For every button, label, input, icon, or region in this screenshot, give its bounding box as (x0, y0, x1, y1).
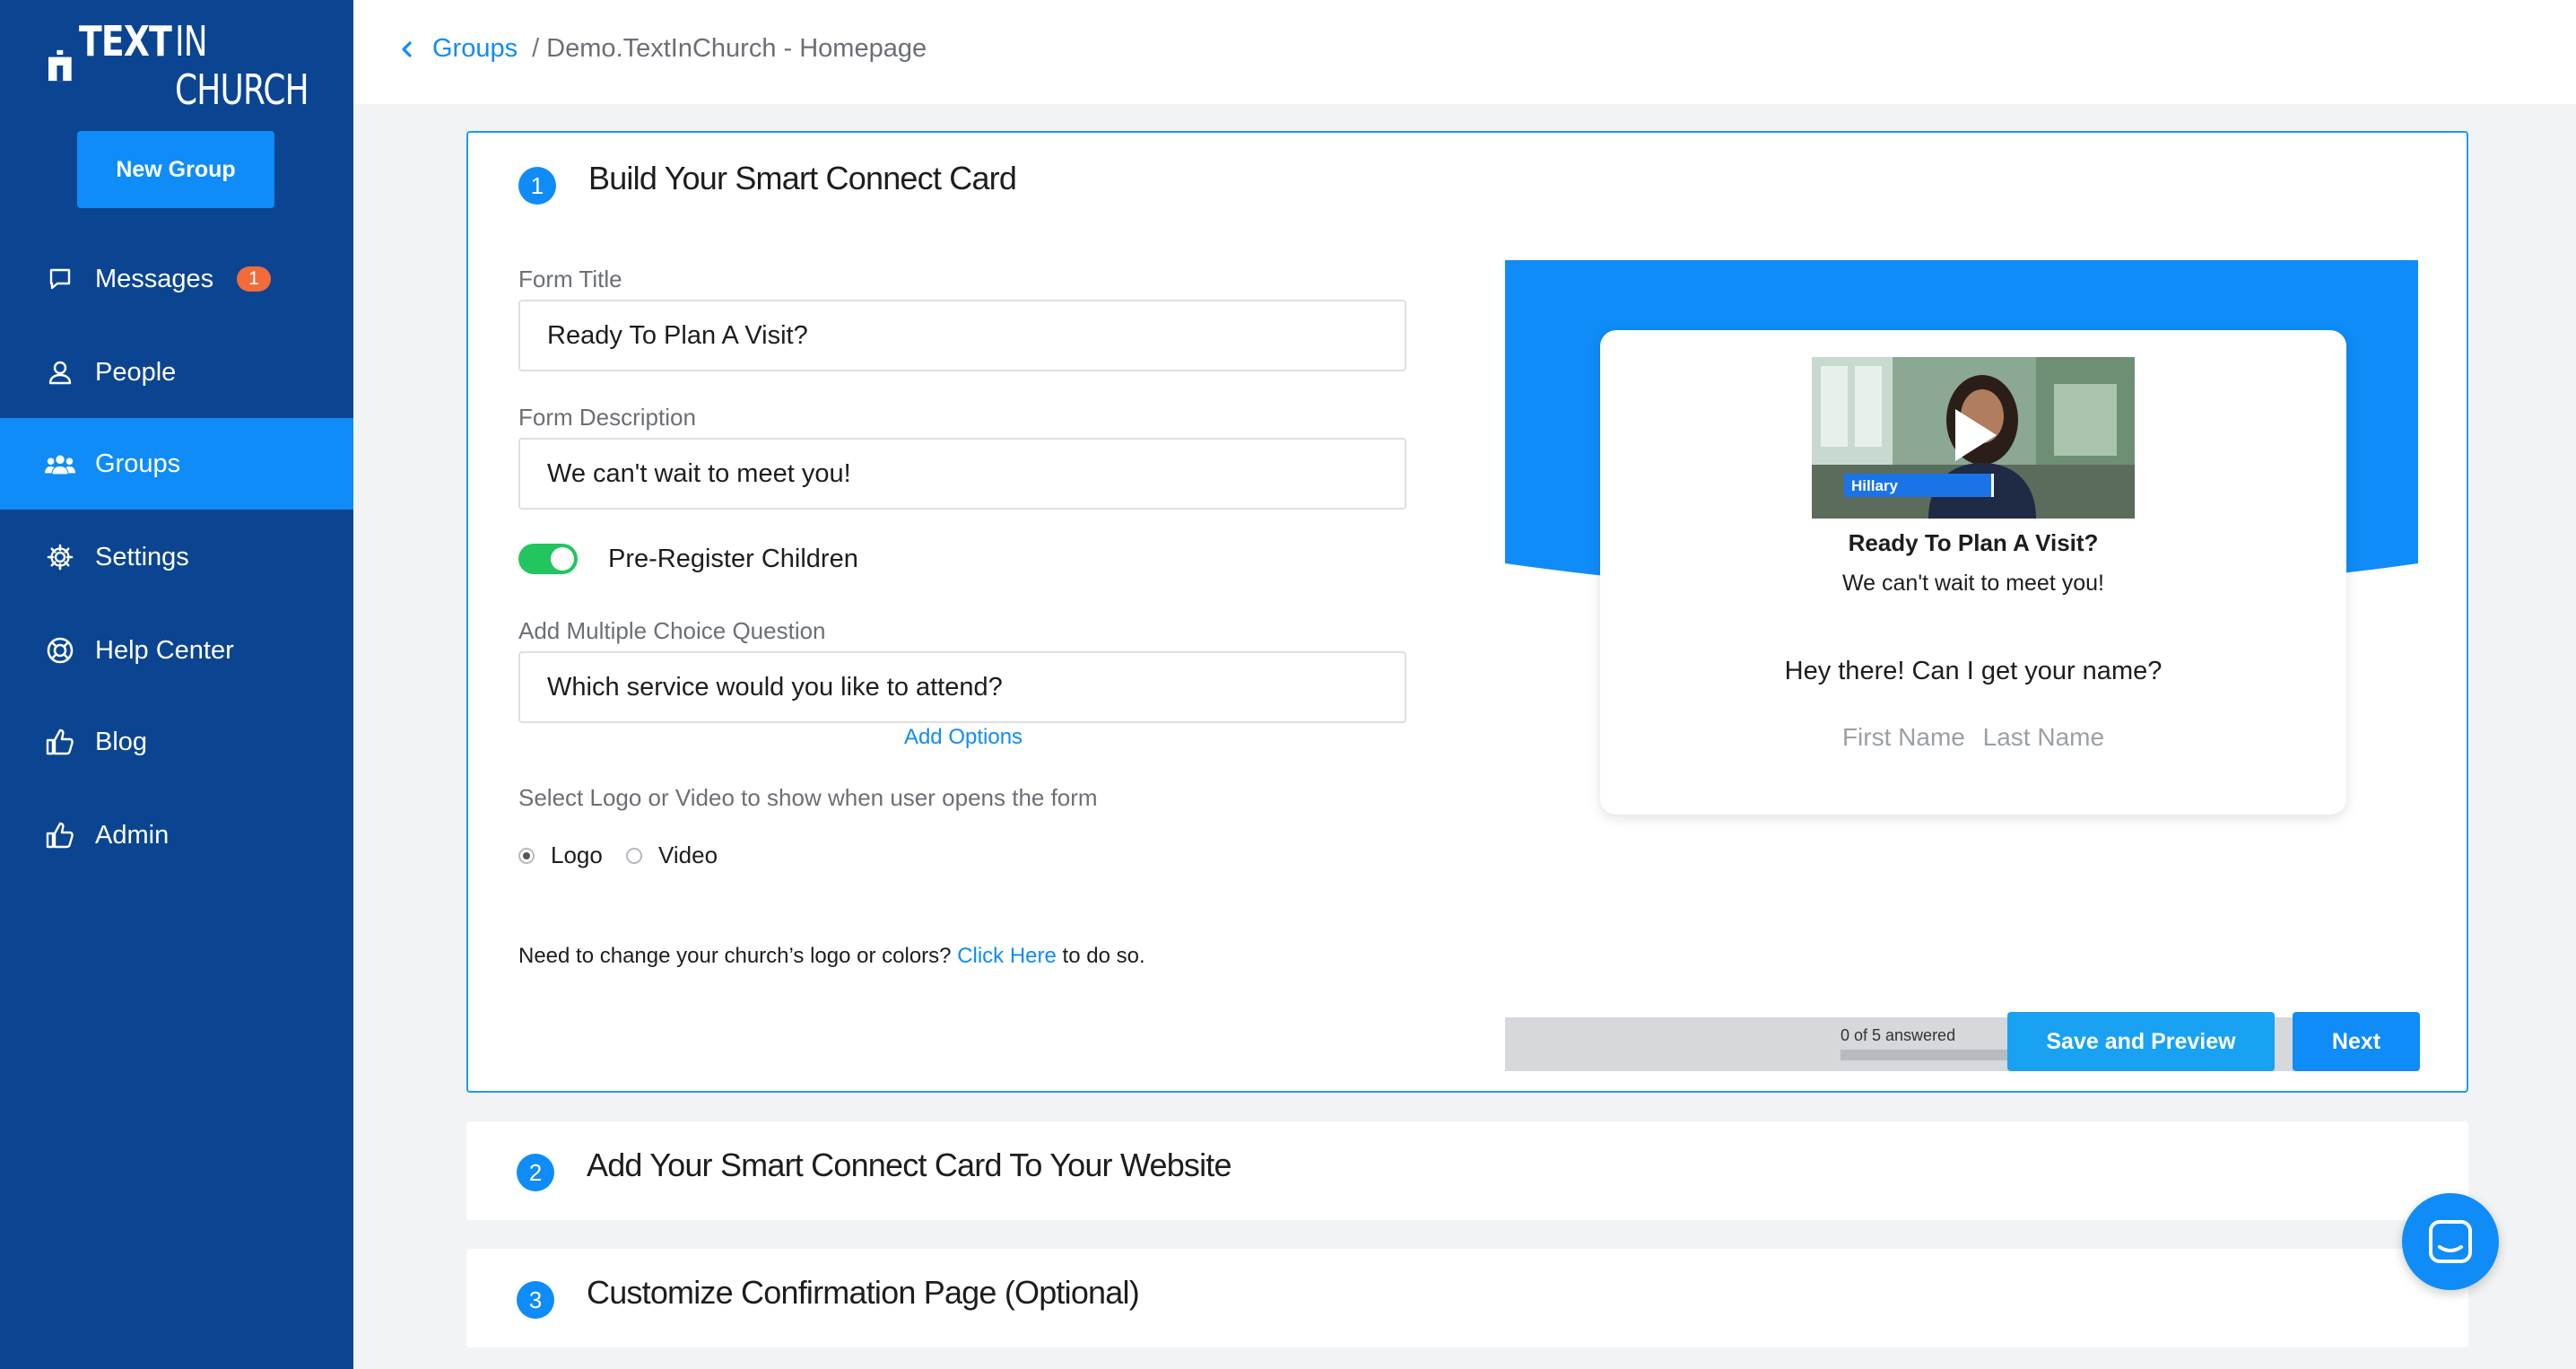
form-title-label: Form Title (518, 266, 622, 292)
step-title[interactable]: Add Your Smart Connect Card To Your Webs… (587, 1147, 1232, 1184)
step-2-card[interactable]: 2 Add Your Smart Connect Card To Your We… (466, 1121, 2468, 1220)
chat-icon (2429, 1220, 2472, 1263)
step-title[interactable]: Customize Confirmation Page (Optional) (587, 1274, 1140, 1312)
mc-question-input[interactable]: Which service would you like to attend? (518, 651, 1406, 723)
sidebar-item-groups[interactable]: Groups (0, 418, 353, 510)
lifebuoy-icon (45, 635, 75, 666)
form-description-input[interactable]: We can't wait to meet you! (518, 438, 1406, 510)
people-group-icon (45, 449, 75, 479)
brand-name-bold: TEXT (78, 17, 172, 65)
radio-video[interactable] (626, 847, 642, 864)
breadcrumb-separator: / (532, 34, 540, 63)
preview-name-fields: First Name Last Name (1600, 723, 2346, 752)
preview-last-name[interactable]: Last Name (1983, 723, 2104, 751)
chevron-left-icon[interactable] (400, 40, 413, 58)
radio-logo-option[interactable]: Logo (518, 841, 603, 869)
sidebar-item-label: People (95, 357, 177, 387)
preview-title: Ready To Plan A Visit? (1848, 529, 2099, 556)
smart-connect-preview: Hillary Ready To Plan A Visit? We can't … (1505, 260, 2418, 1071)
progress-text: 0 of 5 answered (1841, 1026, 1956, 1044)
add-options-link[interactable]: Add Options (901, 725, 1026, 750)
new-group-button[interactable]: New Group (77, 131, 274, 208)
radio-logo[interactable] (518, 847, 535, 864)
helper-text: Need to change your church’s logo or col… (518, 944, 952, 968)
step-number: 3 (517, 1281, 554, 1319)
video-thumbnail[interactable]: Hillary (1812, 357, 2135, 519)
step-3-card[interactable]: 3 Customize Confirmation Page (Optional) (466, 1249, 2468, 1347)
person-icon (45, 357, 75, 388)
sidebar-item-label: Groups (95, 449, 181, 478)
chat-bubble-icon (45, 264, 75, 294)
sidebar-item-label: Blog (95, 727, 148, 756)
sidebar-item-label: Admin (95, 820, 170, 850)
breadcrumb-current: Demo.TextInChurch - Homepage (546, 34, 927, 63)
preview-first-name[interactable]: First Name (1842, 723, 1965, 751)
radio-video-label: Video (658, 841, 718, 868)
unread-badge: 1 (237, 266, 271, 292)
sidebar: TEXT IN CHURCH New Group Messages 1 Peop… (0, 0, 353, 1369)
step-number: 2 (517, 1154, 554, 1191)
sidebar-item-people[interactable]: People (0, 327, 353, 418)
brand-name-thin: IN CHURCH (175, 17, 309, 114)
radio-logo-label: Logo (551, 841, 603, 868)
step-number: 1 (518, 167, 556, 205)
logo-colors-helper: Need to change your church’s logo or col… (518, 944, 1145, 969)
church-icon (48, 49, 72, 82)
sidebar-item-blog[interactable]: Blog (0, 696, 353, 788)
logo-video-label: Select Logo or Video to show when user o… (518, 784, 1098, 811)
preview-description: We can't wait to meet you! (1842, 571, 2104, 596)
sidebar-item-label: Messages (95, 264, 214, 293)
sidebar-item-label: Help Center (95, 635, 234, 665)
pre-register-toggle[interactable] (518, 544, 578, 574)
thumbs-up-icon (45, 727, 75, 757)
sidebar-item-label: Settings (95, 542, 189, 571)
save-and-preview-button[interactable]: Save and Preview (2007, 1012, 2275, 1071)
preview-card: Hillary Ready To Plan A Visit? We can't … (1600, 330, 2346, 815)
radio-video-option[interactable]: Video (626, 841, 718, 869)
brand-logo[interactable]: TEXT IN CHURCH (48, 17, 353, 114)
mc-question-label: Add Multiple Choice Question (518, 617, 826, 644)
step-title[interactable]: Build Your Smart Connect Card (588, 160, 1017, 197)
click-here-link[interactable]: Click Here (957, 944, 1057, 968)
video-name-tag: Hillary (1851, 477, 1899, 494)
thumbs-up-icon (45, 820, 75, 850)
preview-progress-bar: 0 of 5 answered (1505, 1017, 2418, 1071)
helper-text-end: to do so. (1062, 944, 1145, 968)
form-title-input[interactable]: Ready To Plan A Visit? (518, 300, 1406, 371)
next-button[interactable]: Next (2293, 1012, 2420, 1071)
sidebar-item-admin[interactable]: Admin (0, 789, 353, 881)
sidebar-item-messages[interactable]: Messages 1 (0, 233, 353, 325)
preview-question: Hey there! Can I get your name? (1784, 657, 2163, 685)
pre-register-label: Pre-Register Children (608, 545, 858, 573)
gear-icon (45, 542, 75, 572)
step-1-card: 1 Build Your Smart Connect Card Form Tit… (466, 131, 2468, 1093)
form-description-label: Form Description (518, 404, 696, 431)
top-bar: Groups / Demo.TextInChurch - Homepage (353, 0, 2576, 104)
breadcrumb-groups-link[interactable]: Groups (432, 34, 518, 64)
breadcrumb: Groups / Demo.TextInChurch - Homepage (400, 34, 927, 64)
sidebar-item-help-center[interactable]: Help Center (0, 605, 353, 696)
toggle-knob (551, 547, 574, 571)
sidebar-item-settings[interactable]: Settings (0, 511, 353, 603)
chat-launcher-button[interactable] (2402, 1193, 2499, 1290)
